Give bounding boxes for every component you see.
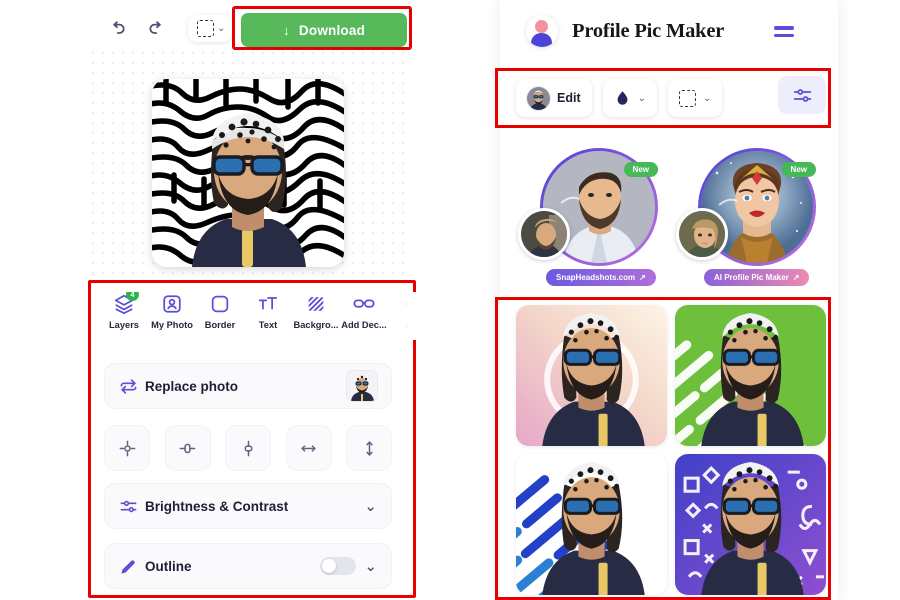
align-center-horizontal-button[interactable]	[164, 425, 211, 471]
app-header: Profile Pic Maker	[500, 0, 838, 62]
fit-height-button[interactable]	[346, 425, 392, 471]
promo-cta-snapheadshots[interactable]: SnapHeadshots.com ↗	[546, 269, 656, 286]
gallery-item-green-stripes[interactable]	[675, 305, 826, 446]
editor-tool-strip: 4 Layers My Photo Border Text Backgro...…	[100, 292, 418, 340]
tool-border[interactable]: Border	[196, 292, 244, 330]
replace-photo-label: Replace photo	[145, 378, 239, 394]
thumbnail-portrait-icon	[347, 371, 377, 401]
portrait-icon	[161, 292, 183, 316]
promo-cta-label: SnapHeadshots.com	[556, 273, 636, 282]
promo-card-snapheadshots[interactable]: New SnapHeadshots.com ↗	[516, 140, 666, 288]
tool-text[interactable]: Text	[244, 292, 292, 330]
replace-photo-row[interactable]: Replace photo	[104, 363, 392, 409]
promo-before-thumbnail	[676, 208, 728, 260]
chevron-down-icon: ⌄	[637, 92, 646, 104]
tool-add-decoration-label: Add Dec...	[341, 320, 387, 330]
tool-add-decoration[interactable]: Add Dec...	[340, 292, 388, 330]
outline-toggle[interactable]	[320, 557, 357, 575]
edit-button-label: Edit	[557, 91, 581, 105]
app-toolbar: Edit ⌄ ⌄	[516, 76, 826, 120]
style-preview-icon	[516, 454, 667, 595]
gallery-item-blue-stripes[interactable]	[516, 454, 667, 595]
canvas-photo[interactable]	[152, 79, 344, 267]
redo-button[interactable]	[140, 11, 174, 45]
text-icon	[257, 292, 279, 316]
tool-layers-label: Layers	[109, 320, 139, 330]
external-link-icon: ↗	[639, 273, 646, 282]
undo-button[interactable]	[100, 11, 134, 45]
layers-count-badge: 4	[126, 292, 139, 301]
promo-new-badge: New	[623, 162, 658, 177]
chevron-down-icon[interactable]: ⌄	[364, 557, 377, 575]
style-gallery	[516, 305, 826, 595]
square-icon	[209, 292, 231, 316]
tool-my-photo[interactable]: My Photo	[148, 292, 196, 330]
promo-before-thumbnail	[518, 208, 570, 260]
promo-card-ai-profile-pic-maker[interactable]: New AI Profile Pic Maker ↗	[674, 140, 824, 288]
promo-cta-ai-profile-pic-maker[interactable]: AI Profile Pic Maker ↗	[704, 269, 810, 286]
gallery-item-pink-ring[interactable]	[516, 305, 667, 446]
sliders-icon	[119, 497, 145, 516]
style-preview-icon	[516, 305, 667, 446]
droplet-icon	[614, 88, 631, 108]
editor-pane: ⌄ ↓ Download 4 Layers My Photo Border Te…	[0, 0, 430, 600]
tool-my-photo-label: My Photo	[151, 320, 193, 330]
style-preview-icon	[675, 305, 826, 446]
alignment-button-row	[104, 425, 392, 471]
hatch-icon	[305, 292, 327, 316]
avatar-logo-icon	[526, 15, 558, 47]
selection-tool-dropdown[interactable]: ⌄	[188, 14, 233, 42]
replace-photo-thumbnail[interactable]	[347, 371, 377, 401]
edit-button[interactable]: Edit	[516, 79, 592, 117]
download-annotation-box: ↓ Download	[232, 6, 412, 50]
download-button-label: Download	[298, 22, 366, 38]
more-icon	[401, 292, 418, 316]
promo-card-row: New SnapHeadshots.com ↗ New AI Profile P…	[510, 140, 830, 290]
page-title: Profile Pic Maker	[572, 19, 725, 42]
outline-label: Outline	[145, 558, 192, 574]
brightness-contrast-row[interactable]: Brightness & Contrast ⌄	[104, 483, 392, 529]
tool-border-label: Border	[204, 320, 236, 330]
chevron-down-icon: ⌄	[703, 92, 712, 104]
align-center-vertical-button[interactable]	[225, 425, 271, 471]
glasses-icon	[352, 292, 376, 316]
tool-add-more-label: Ad	[405, 320, 418, 330]
tool-layers[interactable]: 4 Layers	[100, 292, 148, 330]
adjustments-button[interactable]	[778, 76, 826, 114]
tool-background-label-text: Text	[258, 320, 278, 330]
swap-icon	[119, 377, 145, 396]
crop-dropdown[interactable]: ⌄	[668, 79, 723, 117]
outline-row[interactable]: Outline ⌄	[104, 543, 392, 589]
dashed-square-icon	[197, 19, 214, 37]
fit-width-button[interactable]	[285, 425, 332, 471]
style-preview-icon	[675, 454, 826, 595]
gallery-item-purple-shapes[interactable]	[675, 454, 826, 595]
color-dropdown[interactable]: ⌄	[602, 79, 657, 117]
person-portrait-icon	[192, 113, 306, 267]
tool-add-more[interactable]: Ad	[388, 292, 418, 330]
hamburger-icon[interactable]	[774, 26, 794, 41]
profile-pic-maker-panel: Profile Pic Maker Edit ⌄ ⌄ New SnapHeads…	[495, 0, 838, 600]
pen-icon	[119, 557, 145, 576]
promo-new-badge: New	[781, 162, 816, 177]
dashed-square-icon	[679, 89, 696, 107]
brightness-contrast-label: Brightness & Contrast	[145, 498, 289, 514]
promo-cta-label: AI Profile Pic Maker	[714, 273, 789, 282]
chevron-down-icon: ⌄	[217, 22, 226, 34]
tool-background[interactable]: Backgro...	[292, 292, 340, 330]
chevron-down-icon[interactable]: ⌄	[364, 497, 377, 515]
avatar-thumb-icon	[527, 86, 550, 110]
download-arrow-icon: ↓	[282, 22, 290, 38]
external-link-icon: ↗	[792, 273, 800, 282]
tool-background-label: Backgro...	[293, 320, 339, 330]
download-button[interactable]: ↓ Download	[241, 13, 407, 47]
align-center-both-button[interactable]	[104, 425, 150, 471]
